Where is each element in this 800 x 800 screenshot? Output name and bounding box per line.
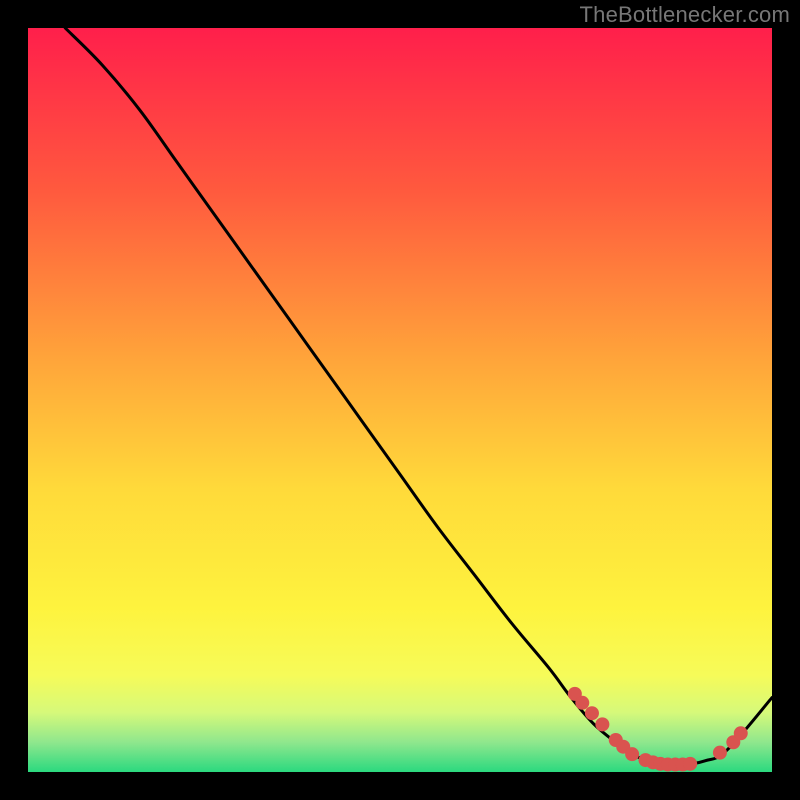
chart-svg [28,28,772,772]
data-marker [585,706,599,720]
data-marker [625,747,639,761]
plot-area [28,28,772,772]
attribution-label: TheBottlenecker.com [580,2,790,28]
gradient-background [28,28,772,772]
chart-container: TheBottlenecker.com [0,0,800,800]
data-marker [595,717,609,731]
data-marker [683,757,697,771]
data-marker [713,746,727,760]
data-marker [734,726,748,740]
data-marker [575,696,589,710]
